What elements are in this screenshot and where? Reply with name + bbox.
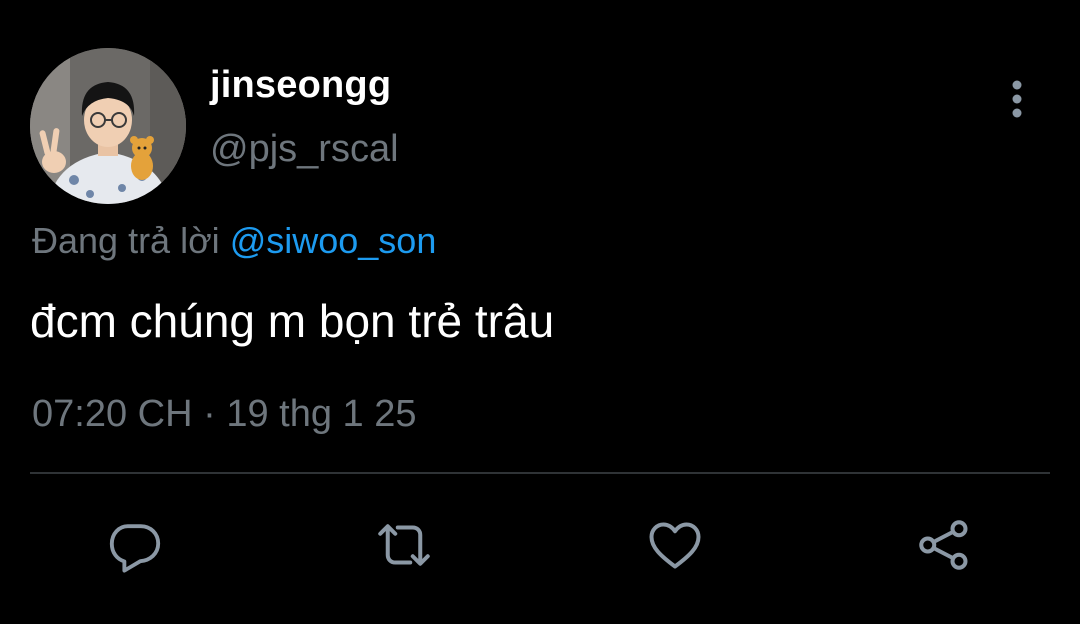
tweet-text: đcm chúng m bọn trẻ trâu [30,295,555,347]
divider [30,472,1050,474]
more-vertical-icon [1012,80,1022,118]
tweet-metadata: 07:20 CH · 19 thg 1 25 [32,393,417,436]
display-name[interactable]: jinseongg [210,64,391,107]
reply-button[interactable] [105,515,165,575]
share-button[interactable] [914,515,974,575]
avatar-photo [30,48,186,204]
more-options-button[interactable] [996,78,1038,120]
share-icon [919,520,968,570]
retweet-icon [378,524,430,566]
like-icon [649,522,701,569]
user-handle[interactable]: @pjs_rscal [210,128,399,171]
avatar[interactable] [30,48,186,204]
retweet-button[interactable] [374,515,434,575]
tweet-time[interactable]: 07:20 CH [32,393,193,435]
meta-separator: · [192,393,227,435]
reply-context: Đang trả lời @siwoo_son [32,220,436,262]
reply-prefix: Đang trả lời [32,220,230,261]
reply-icon [109,524,161,573]
like-button[interactable] [645,515,705,575]
tweet-detail: jinseongg @pjs_rscal Đang trả lời @siwoo… [0,0,1080,624]
tweet-date[interactable]: 19 thg 1 25 [226,393,416,435]
reply-mention-link[interactable]: @siwoo_son [230,220,437,261]
